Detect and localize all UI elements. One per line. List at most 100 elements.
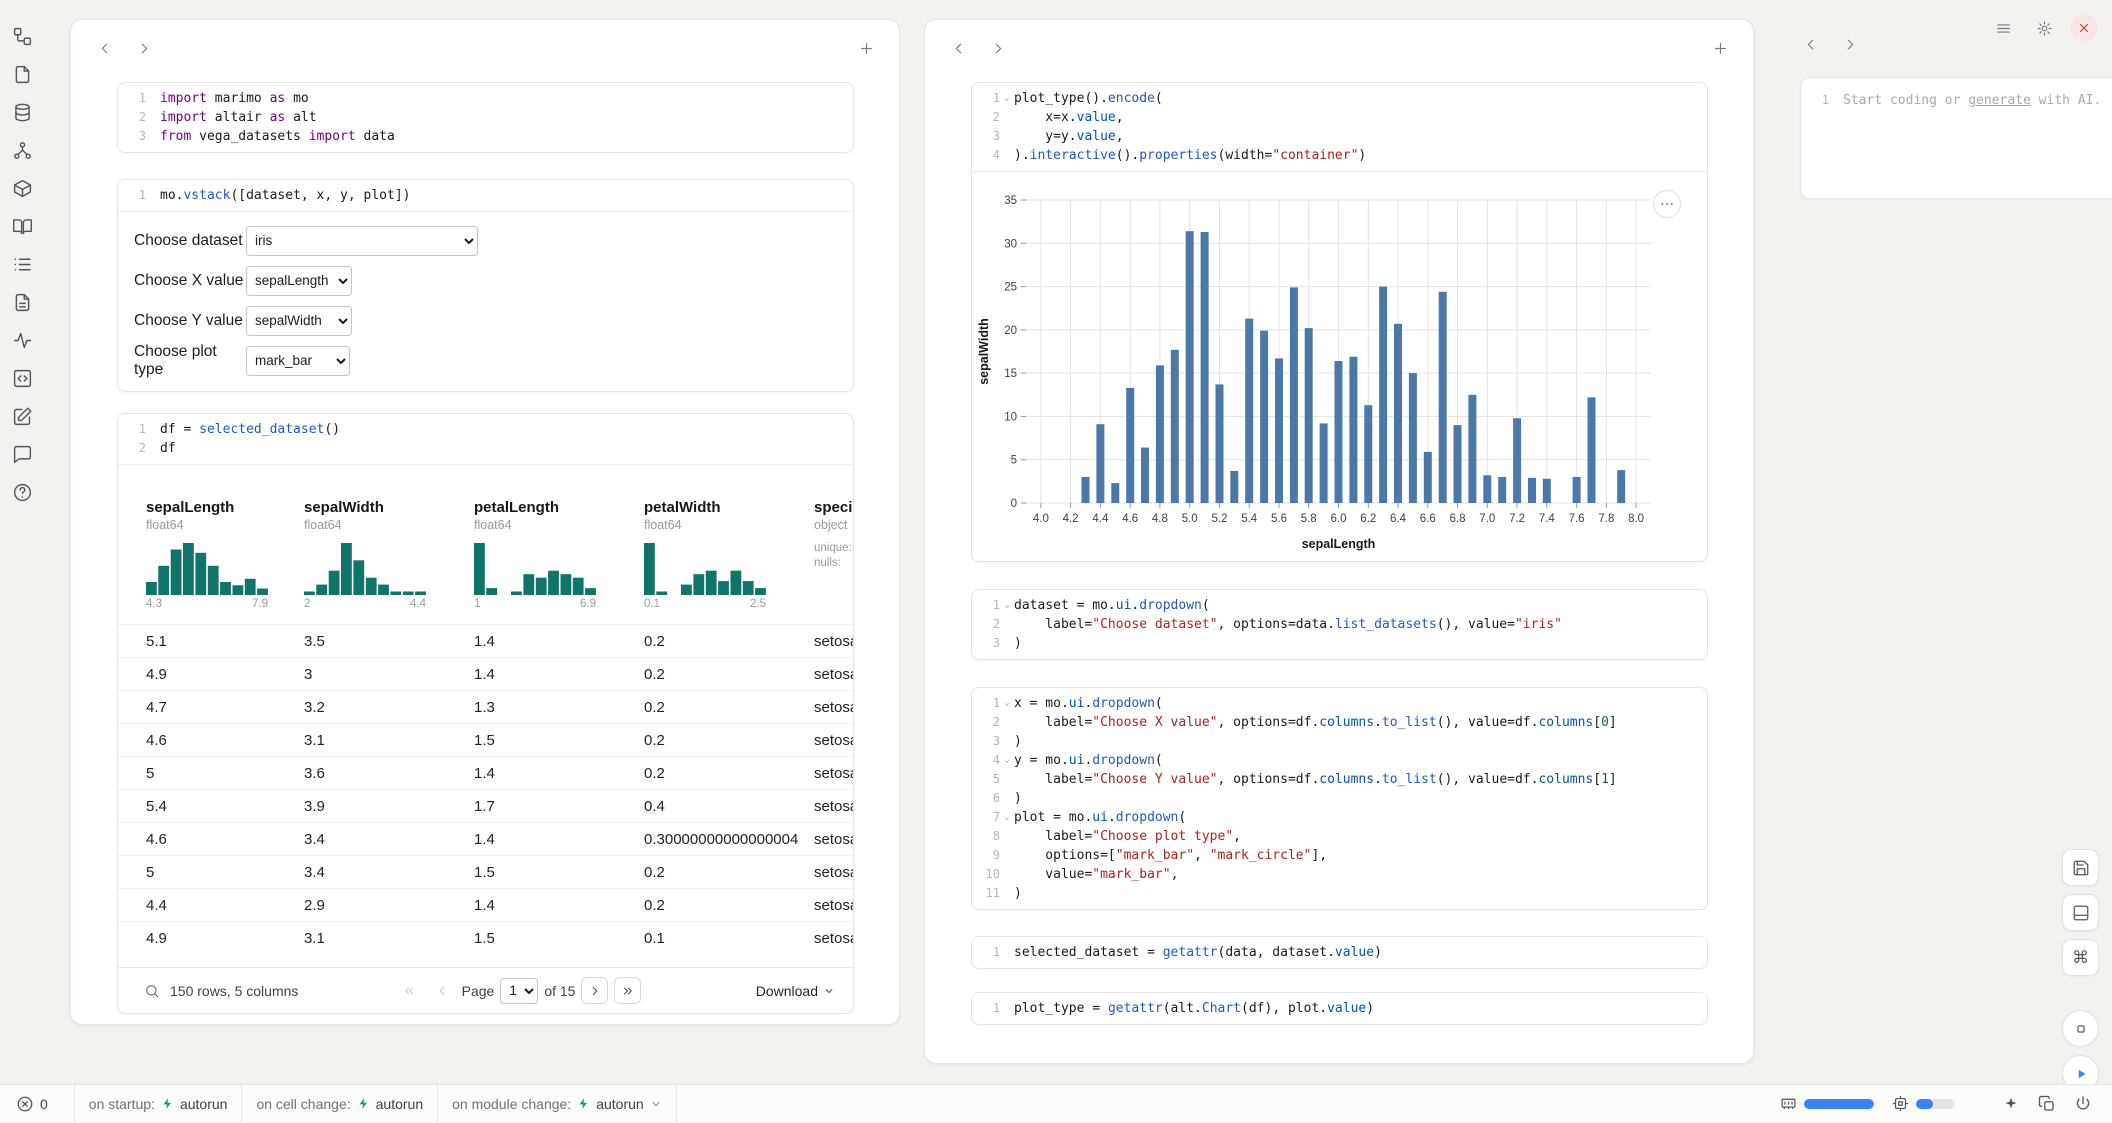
copy-session-button[interactable] [2034,1091,2060,1117]
vega-actions-button[interactable] [1653,190,1681,218]
code-line[interactable]: 4).interactive().properties(width="conta… [972,146,1707,165]
code-line[interactable]: 2df [118,439,853,458]
rail-datasets-button[interactable] [12,100,36,124]
rail-help-button[interactable] [12,480,36,504]
choose-plot-type-select[interactable]: mark_bar [246,346,350,376]
code-line[interactable]: 2 x=x.value, [972,108,1707,127]
runtime-config-item[interactable]: on cell change:autorun [241,1085,437,1123]
rail-scratchpad-button[interactable] [12,404,36,428]
rail-outline-button[interactable] [12,252,36,276]
rail-chat-button[interactable] [12,442,36,466]
code-editor[interactable]: 1⌄plot_type().encode(2 x=x.value,3 y=y.v… [972,83,1707,171]
previous-page-button[interactable] [429,977,456,1004]
code-line[interactable]: 1selected_dataset = getattr(data, datase… [972,943,1707,962]
code-line[interactable]: 6) [972,789,1707,808]
code-line[interactable]: 3 y=y.value, [972,127,1707,146]
code-line[interactable]: 1df = selected_dataset() [118,420,853,439]
column-move-right-button[interactable] [983,33,1013,63]
code-line[interactable]: 3) [972,634,1707,653]
shutdown-button[interactable] [2070,1091,2096,1117]
code-line[interactable]: 1plot_type = getattr(alt.Chart(df), plot… [972,999,1707,1018]
column-move-left-button[interactable] [1795,29,1825,59]
table-row[interactable]: 53.41.50.2setosa [118,855,853,888]
table-row[interactable]: 5.13.51.40.2setosa [118,624,853,657]
code-line[interactable]: 3from vega_datasets import data [118,127,853,146]
choose-x-value-select[interactable]: sepalLength [246,266,352,296]
code-line[interactable]: 4⌄y = mo.ui.dropdown( [972,751,1707,770]
fold-chevron-icon[interactable]: ⌄ [1000,751,1014,770]
fold-chevron-icon[interactable]: ⌄ [1000,694,1014,713]
last-page-button[interactable] [614,977,641,1004]
code-editor[interactable]: 1⌄x = mo.ui.dropdown(2 label="Choose X v… [972,688,1707,909]
code-line[interactable]: 5 label="Choose Y value", options=df.col… [972,770,1707,789]
code-editor[interactable]: 1⌄dataset = mo.ui.dropdown(2 label="Choo… [972,590,1707,659]
rail-packages-button[interactable] [12,176,36,200]
runtime-config-item[interactable]: on module change:autorun [437,1085,677,1123]
download-button[interactable]: Download [756,983,835,999]
code-line[interactable]: 11) [972,884,1707,903]
table-row[interactable]: 4.63.11.50.2setosa [118,723,853,756]
scratchpad-cell[interactable]: 1 Start coding or generate with AI. [1800,77,2112,199]
code-line[interactable]: 1mo.vstack([dataset, x, y, plot]) [118,186,853,205]
error-count-button[interactable]: 0 [0,1095,64,1113]
code-line[interactable]: 1⌄dataset = mo.ui.dropdown( [972,596,1707,615]
table-row[interactable]: 4.73.21.30.2setosa [118,690,853,723]
code-line[interactable]: 1 Start coding or generate with AI. [1801,91,2112,110]
rail-variables-button[interactable] [12,138,36,162]
column-header-petalWidth[interactable]: petalWidthfloat640.12.5 [644,499,814,610]
rail-files-button[interactable] [12,62,36,86]
code-line[interactable]: 2import altair as alt [118,108,853,127]
add-cell-button[interactable] [1705,33,1735,63]
interrupt-button[interactable] [2062,1010,2099,1047]
code-line[interactable]: 8 label="Choose plot type", [972,827,1707,846]
table-row[interactable]: 4.63.41.40.30000000000000004setosa [118,822,853,855]
code-line[interactable]: 1⌄x = mo.ui.dropdown( [972,694,1707,713]
runtime-config-item[interactable]: on startup:autorun [74,1085,242,1123]
column-move-right-button[interactable] [1835,29,1865,59]
column-move-right-button[interactable] [129,33,159,63]
rail-snippets-button[interactable] [12,366,36,390]
altair-bar-chart[interactable]: 4.04.24.44.64.85.05.25.45.65.86.06.26.46… [972,180,1708,552]
code-line[interactable]: 2 label="Choose X value", options=df.col… [972,713,1707,732]
close-panel-button[interactable] [2070,14,2098,42]
fold-chevron-icon[interactable]: ⌄ [1000,808,1014,827]
table-row[interactable]: 4.42.91.40.2setosa [118,888,853,921]
code-line[interactable]: 10 value="mark_bar", [972,865,1707,884]
add-cell-button[interactable] [851,33,881,63]
column-move-left-button[interactable] [943,33,973,63]
code-line[interactable]: 2 label="Choose dataset", options=data.l… [972,615,1707,634]
code-line[interactable]: 1⌄plot_type().encode( [972,89,1707,108]
table-row[interactable]: 53.61.40.2setosa [118,756,853,789]
table-row[interactable]: 5.43.91.70.4setosa [118,789,853,822]
column-move-left-button[interactable] [89,33,119,63]
rail-documentation-button[interactable] [12,214,36,238]
code-editor[interactable]: 1selected_dataset = getattr(data, datase… [972,937,1707,968]
search-icon[interactable] [144,983,160,999]
save-button[interactable] [2062,849,2099,886]
column-header-sepalWidth[interactable]: sepalWidthfloat6424.4 [304,499,474,610]
code-line[interactable]: 3) [972,732,1707,751]
code-editor[interactable]: 1import marimo as mo2import altair as al… [118,83,853,152]
first-page-button[interactable] [396,977,423,1004]
table-row[interactable]: 4.93.11.50.1setosa [118,921,853,954]
code-editor[interactable]: 1df = selected_dataset()2df [118,414,853,464]
panel-layout-button[interactable] [2062,894,2099,931]
next-page-button[interactable] [581,977,608,1004]
column-header-petalLength[interactable]: petalLengthfloat6416.9 [474,499,644,610]
command-palette-button[interactable]: ⌘ [2062,939,2099,976]
code-editor[interactable]: 1plot_type = getattr(alt.Chart(df), plot… [972,993,1707,1024]
rail-traces-button[interactable] [12,328,36,352]
code-line[interactable]: 9 options=["mark_bar", "mark_circle"], [972,846,1707,865]
code-line[interactable]: 7⌄plot = mo.ui.dropdown( [972,808,1707,827]
code-line[interactable]: 1import marimo as mo [118,89,853,108]
page-select[interactable]: 1 [500,978,538,1004]
ai-assistant-button[interactable] [1998,1091,2024,1117]
fold-chevron-icon[interactable]: ⌄ [1000,89,1014,108]
generate-with-ai-link[interactable]: generate [1968,93,2031,108]
menu-button[interactable] [1988,13,2018,43]
column-header-sepalLength[interactable]: sepalLengthfloat644.37.9 [118,499,304,610]
rail-logs-button[interactable] [12,290,36,314]
column-header-species[interactable]: speciesobjectunique:nulls: [814,499,853,610]
choose-dataset-select[interactable]: iris [246,226,478,256]
table-row[interactable]: 4.931.40.2setosa [118,657,853,690]
